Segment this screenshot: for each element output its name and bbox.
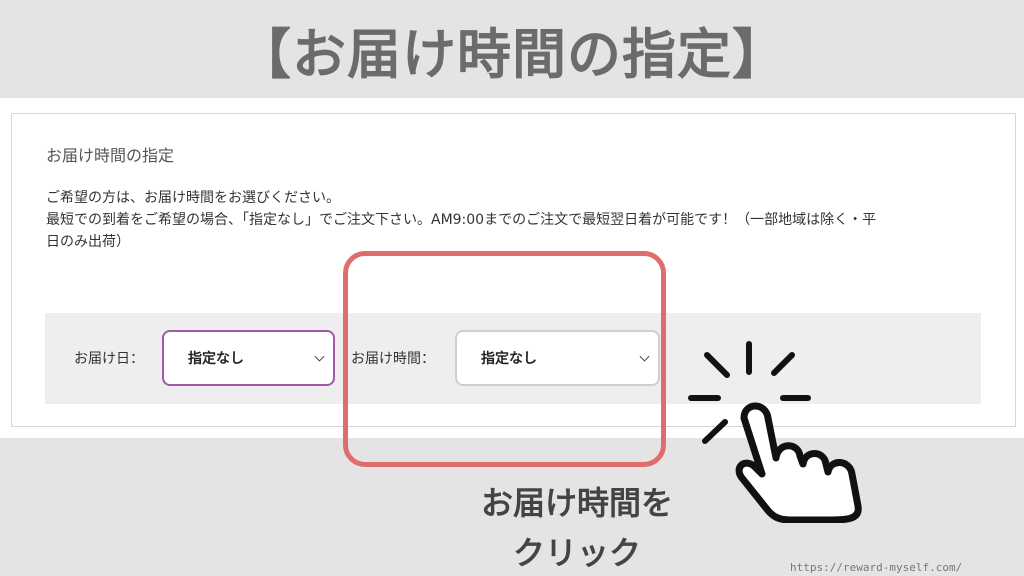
description-line: 日のみ出荷）	[46, 234, 130, 250]
delivery-day-label: お届け日：	[74, 351, 144, 367]
panel-heading: お届け時間の指定	[46, 146, 175, 165]
banner-title: 【お届け時間の指定】	[237, 22, 787, 86]
delivery-day-select[interactable]: 指定なし	[162, 330, 335, 386]
chevron-down-icon	[314, 351, 325, 362]
click-caption: お届け時間を クリック	[447, 478, 707, 576]
caption-line: クリック	[512, 534, 641, 572]
delivery-day-value: 指定なし	[188, 351, 244, 367]
description-line: ご希望の方は、お届け時間をお選びください。	[46, 190, 340, 206]
panel-description: ご希望の方は、お届け時間をお選びください。 最短での到着をご希望の場合、「指定な…	[46, 187, 996, 253]
description-line: 最短での到着をご希望の場合、「指定なし」でご注文下さい。AM9:00までのご注文…	[46, 212, 877, 228]
title-banner: 【お届け時間の指定】	[0, 0, 1024, 98]
pointing-hand-click-icon	[688, 341, 862, 523]
highlight-box	[343, 251, 666, 467]
source-watermark: https://reward-myself.com/	[790, 561, 963, 574]
caption-line: お届け時間を	[480, 484, 673, 522]
